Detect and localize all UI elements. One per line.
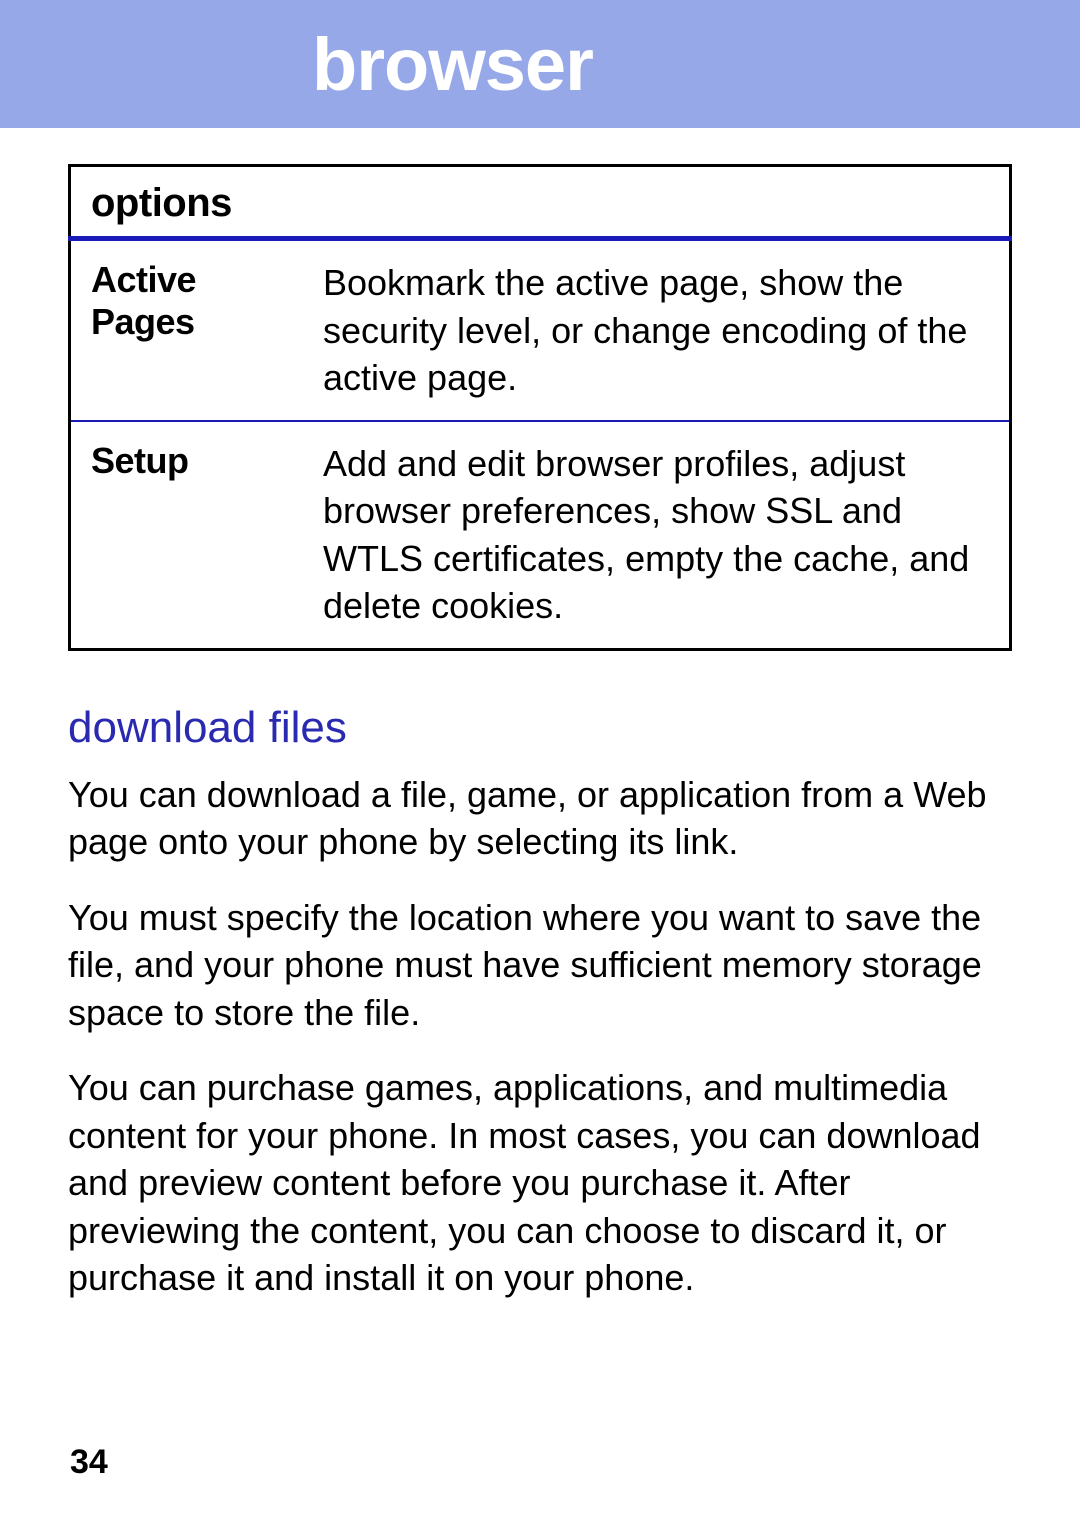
header-band: browser (0, 0, 1080, 128)
body-paragraph: You must specify the location where you … (68, 894, 1012, 1037)
header-title: browser (312, 22, 593, 107)
options-table: options Active Pages Bookmark the active… (68, 164, 1012, 651)
option-description: Bookmark the active page, show the secur… (323, 262, 967, 398)
option-label: Active Pages (91, 259, 283, 343)
table-header-row: options (70, 166, 1011, 239)
body-paragraph: You can purchase games, applications, an… (68, 1064, 1012, 1302)
option-label: Setup (91, 440, 283, 482)
table-row: Active Pages Bookmark the active page, s… (70, 239, 1011, 421)
page-number: 34 (70, 1443, 108, 1482)
table-heading: options (91, 181, 232, 225)
page-content: options Active Pages Bookmark the active… (0, 128, 1080, 1302)
option-description: Add and edit browser profiles, adjust br… (323, 443, 969, 627)
section-heading: download files (68, 703, 1012, 753)
body-paragraph: You can download a file, game, or applic… (68, 771, 1012, 866)
table-row: Setup Add and edit browser profiles, adj… (70, 421, 1011, 650)
